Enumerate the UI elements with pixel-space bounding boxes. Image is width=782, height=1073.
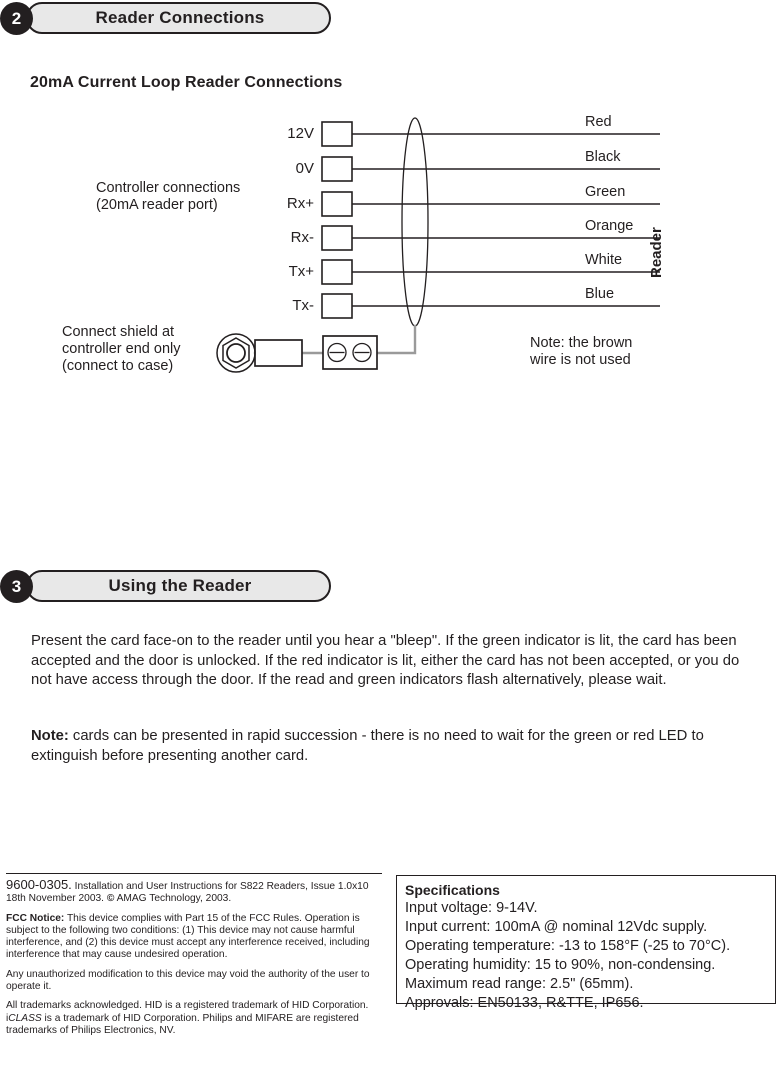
ring-terminal-lug (216, 333, 256, 373)
terminal-label-0v: 0V (295, 160, 314, 177)
terminal-box (321, 259, 353, 285)
spec-approvals: Approvals: EN50133, R&TTE, IP656. (405, 995, 644, 1011)
spec-operating-humidity: Operating humidity: 15 to 90%, non-conde… (405, 957, 716, 973)
wire-color-orange: Orange (585, 218, 634, 234)
section-title: Reader Connections (95, 8, 265, 27)
specifications-title: Specifications (405, 882, 500, 898)
section-title: Using the Reader (108, 576, 252, 595)
wire-color-green: Green (585, 184, 626, 200)
diagram-heading: 20mA Current Loop Reader Connections (30, 74, 343, 91)
screw-terminal-block (322, 335, 378, 370)
spec-maximum-read-range: Maximum read range: 2.5" (65mm). (405, 976, 634, 992)
specifications-box: Specifications Input voltage: 9-14V. Inp… (396, 875, 776, 1011)
reader-side-label: Reader (648, 227, 665, 278)
wire-color-white: White (585, 252, 623, 268)
brown-note-line-2: wire is not used (530, 352, 631, 368)
usage-note-lead: Note: (31, 728, 69, 744)
footer-divider (6, 873, 382, 874)
terminal-box (321, 191, 353, 217)
usage-note-text: cards can be presented in rapid successi… (31, 728, 704, 764)
terminal-box (321, 293, 353, 319)
terminal-label-rxn: Rx- (290, 229, 314, 246)
section-number-badge: 2 (0, 2, 33, 35)
wire-color-red: Red (585, 114, 612, 130)
footer-doc-code: 9600-0305. (6, 877, 72, 892)
shield-caption-line-3: (connect to case) (62, 358, 174, 374)
controller-connections-caption: Controller connections (20mA reader port… (96, 180, 240, 214)
shield-caption-line-2: controller end only (62, 341, 181, 357)
trademark-iclass: CLASS (8, 1012, 42, 1024)
terminal-box (321, 156, 353, 182)
spec-operating-temperature: Operating temperature: -13 to 158°F (-25… (405, 938, 731, 954)
spec-input-voltage: Input voltage: 9-14V. (405, 900, 538, 916)
cable-sheath-outline (401, 117, 429, 327)
footer-legal-column: 9600-0305. Installation and User Instruc… (6, 877, 386, 1044)
usage-paragraph: Present the card face-on to the reader u… (31, 633, 740, 688)
terminal-label-txn: Tx- (292, 297, 314, 314)
footer-copyright-text: AMAG Technology, 2003. (114, 893, 232, 905)
terminal-box (321, 225, 353, 251)
brown-wire-note: Note: the brown wire is not used (530, 335, 632, 369)
terminal-label-txp: Tx+ (288, 263, 314, 280)
spec-input-current: Input current: 100mA @ nominal 12Vdc sup… (405, 919, 708, 935)
fcc-notice-lead: FCC Notice: (6, 912, 65, 924)
footer-document-reference: 9600-0305. Installation and User Instruc… (6, 877, 386, 906)
controller-caption-line-1: Controller connections (96, 180, 241, 196)
brown-note-line-1: Note: the brown (530, 335, 633, 351)
shield-caption-line-1: Connect shield at (62, 324, 175, 340)
wiring-diagram: 12V 0V Rx+ Rx- Tx+ Tx- Red Black Green O… (0, 100, 782, 390)
trademark-text-post: is a trademark of HID Corporation. Phili… (6, 1012, 359, 1036)
terminal-label-rxp: Rx+ (286, 195, 314, 212)
wire-color-black: Black (585, 149, 621, 165)
footer-trademark-notice: All trademarks acknowledged. HID is a re… (6, 1000, 386, 1037)
shield-connection-caption: Connect shield at controller end only (c… (62, 324, 181, 375)
controller-caption-line-2: (20mA reader port) (96, 197, 218, 213)
footer-modification-notice: Any unauthorized modification to this de… (6, 968, 370, 993)
cable-ferrule (254, 339, 303, 367)
section-number-badge: 3 (0, 570, 33, 603)
terminal-box (321, 121, 353, 147)
wire-color-blue: Blue (585, 286, 615, 302)
footer-fcc-notice: FCC Notice: This device complies with Pa… (6, 913, 386, 962)
terminal-label-12v: 12V (287, 125, 314, 142)
usage-note: Note: cards can be presented in rapid su… (31, 727, 761, 766)
